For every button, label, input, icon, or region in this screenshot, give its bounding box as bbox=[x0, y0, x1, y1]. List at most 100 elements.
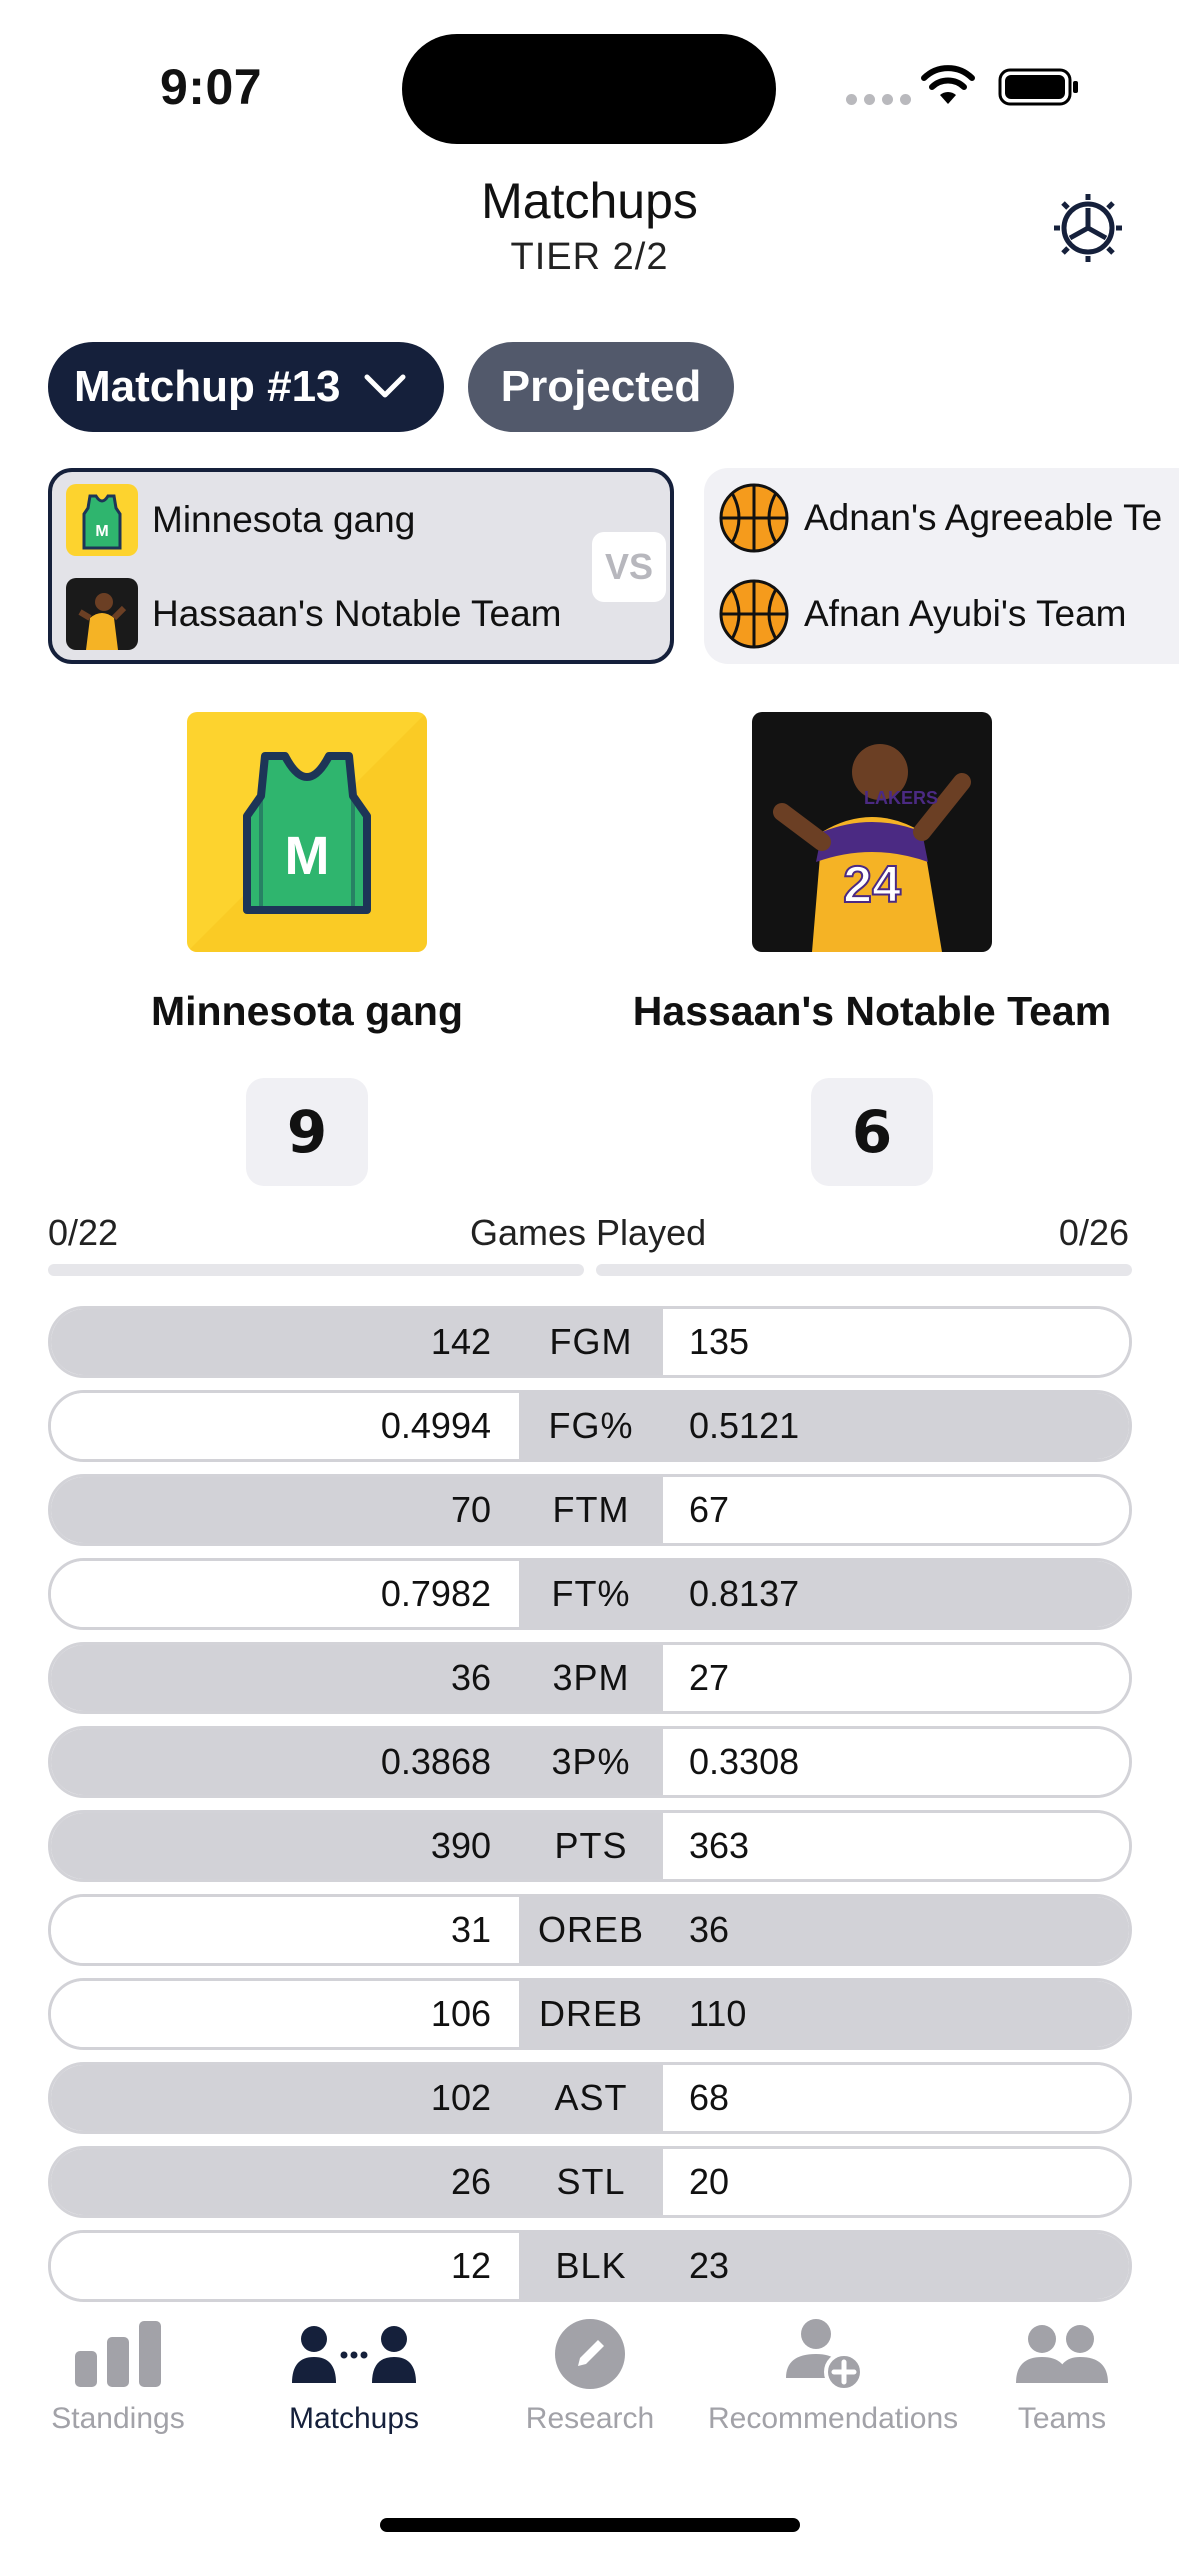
stat-right-value: 20 bbox=[663, 2149, 1129, 2215]
matchup-card-team-row: Afnan Ayubi's Team bbox=[718, 578, 1126, 650]
svg-text:M: M bbox=[95, 523, 108, 540]
stat-right-value: 363 bbox=[663, 1813, 1129, 1879]
stat-left-value: 26 bbox=[51, 2149, 519, 2215]
tab-matchups-label: Matchups bbox=[288, 2402, 420, 2435]
matchup-card-team2: Afnan Ayubi's Team bbox=[804, 593, 1127, 634]
jersey-avatar-icon: M bbox=[66, 484, 138, 556]
stat-left-value: 106 bbox=[51, 1981, 519, 2047]
stat-left-value: 102 bbox=[51, 2065, 519, 2131]
right-team-player-avatar: LAKERS 24 bbox=[752, 712, 992, 952]
stat-category-label: FGM bbox=[519, 1309, 663, 1375]
matchup-card-selected[interactable]: M Minnesota gang Hassaan's Notable Team … bbox=[48, 468, 674, 664]
stat-row-stl: 26 STL 20 bbox=[48, 2146, 1132, 2218]
stat-category-label: DREB bbox=[519, 1981, 663, 2047]
basketball-icon bbox=[719, 579, 789, 649]
matchup-card-team1: Adnan's Agreeable Te bbox=[804, 497, 1163, 538]
right-games-progress-bar bbox=[596, 1264, 1132, 1276]
tab-recommendations[interactable]: Recommendations bbox=[708, 2312, 959, 2436]
player-photo-avatar bbox=[66, 578, 138, 650]
page-title: Matchups bbox=[481, 173, 698, 229]
stat-left-value: 0.4994 bbox=[51, 1393, 519, 1459]
stat-right-value: 23 bbox=[663, 2233, 1129, 2299]
stats-comparison-table: 142 FGM 135 0.4994 FG% 0.5121 70 FTM 67 0.7982 FT%… bbox=[48, 1306, 1132, 2314]
stat-left-value: 142 bbox=[51, 1309, 519, 1375]
stat-right-value: 0.3308 bbox=[663, 1729, 1129, 1795]
matchup-card[interactable]: Adnan's Agreeable Te Afnan Ayubi's Team bbox=[704, 468, 1179, 664]
jersey-number: 24 bbox=[843, 856, 901, 914]
projected-toggle-button[interactable]: Projected bbox=[468, 342, 734, 432]
page-subtitle: TIER 2/2 bbox=[510, 236, 669, 278]
stat-right-value: 27 bbox=[663, 1645, 1129, 1711]
status-time: 9:07 bbox=[160, 59, 263, 115]
stat-right-value: 110 bbox=[663, 1981, 1129, 2047]
left-team-score: 9 bbox=[246, 1078, 368, 1186]
stat-right-value: 36 bbox=[663, 1897, 1129, 1963]
stat-row-ftm: 70 FTM 67 bbox=[48, 1474, 1132, 1546]
stat-category-label: 3PM bbox=[519, 1645, 663, 1711]
stat-left-value: 12 bbox=[51, 2233, 519, 2299]
stat-left-value: 0.7982 bbox=[51, 1561, 519, 1627]
settings-gear-icon[interactable] bbox=[1052, 192, 1124, 264]
stat-row-blk: 12 BLK 23 bbox=[48, 2230, 1132, 2302]
matchup-card-team-row: Adnan's Agreeable Te bbox=[718, 482, 1162, 554]
jersey-letter: M bbox=[285, 826, 330, 886]
stat-row-pts: 390 PTS 363 bbox=[48, 1810, 1132, 1882]
tab-matchups[interactable]: Matchups bbox=[236, 2312, 472, 2436]
tab-bar: Standings Matchups Research Recommendati… bbox=[0, 2312, 1179, 2452]
stat-row-3ppct: 0.3868 3P% 0.3308 bbox=[48, 1726, 1132, 1798]
stat-category-label: FTM bbox=[519, 1477, 663, 1543]
right-games-played: 0/26 bbox=[1058, 1212, 1129, 1253]
people-icon bbox=[1016, 2325, 1108, 2383]
stat-right-value: 67 bbox=[663, 1477, 1129, 1543]
stat-category-label: BLK bbox=[519, 2233, 663, 2299]
bar-chart-icon bbox=[75, 2321, 161, 2387]
stat-category-label: AST bbox=[519, 2065, 663, 2131]
stat-row-3pm: 36 3PM 27 bbox=[48, 1642, 1132, 1714]
stat-category-label: STL bbox=[519, 2149, 663, 2215]
stat-row-fgpct: 0.4994 FG% 0.5121 bbox=[48, 1390, 1132, 1462]
cellular-signal-icon bbox=[846, 94, 911, 105]
tab-standings[interactable]: Standings bbox=[0, 2312, 236, 2436]
matchups-icon bbox=[292, 2326, 416, 2383]
matchup-selector-label: Matchup #13 bbox=[74, 362, 341, 411]
stat-left-value: 390 bbox=[51, 1813, 519, 1879]
stat-right-value: 135 bbox=[663, 1309, 1129, 1375]
stat-left-value: 36 bbox=[51, 1645, 519, 1711]
stat-right-value: 68 bbox=[663, 2065, 1129, 2131]
wifi-icon bbox=[921, 65, 975, 104]
basketball-icon bbox=[719, 483, 789, 553]
games-played-label: Games Played bbox=[470, 1212, 707, 1253]
pencil-icon bbox=[555, 2319, 625, 2389]
tab-standings-label: Standings bbox=[51, 2402, 185, 2435]
stat-left-value: 31 bbox=[51, 1897, 519, 1963]
tab-teams-label: Teams bbox=[1017, 2402, 1107, 2435]
chevron-down-icon bbox=[364, 374, 406, 398]
stat-category-label: FG% bbox=[519, 1393, 663, 1459]
vs-badge: VS bbox=[592, 532, 666, 602]
tab-research[interactable]: Research bbox=[472, 2312, 708, 2436]
projected-label: Projected bbox=[500, 362, 702, 411]
stat-category-label: PTS bbox=[519, 1813, 663, 1879]
matchup-card-team2: Hassaan's Notable Team bbox=[152, 593, 562, 634]
matchup-selector-button[interactable]: Matchup #13 bbox=[48, 342, 444, 432]
stat-row-fgm: 142 FGM 135 bbox=[48, 1306, 1132, 1378]
matchup-card-team-row: Hassaan's Notable Team bbox=[66, 578, 562, 650]
stat-category-label: FT% bbox=[519, 1561, 663, 1627]
tab-teams[interactable]: Teams bbox=[944, 2312, 1179, 2436]
stat-row-dreb: 106 DREB 110 bbox=[48, 1978, 1132, 2050]
dynamic-island bbox=[402, 34, 776, 144]
add-person-icon bbox=[786, 2319, 864, 2392]
stat-left-value: 0.3868 bbox=[51, 1729, 519, 1795]
tab-research-label: Research bbox=[525, 2402, 655, 2435]
stat-category-label: OREB bbox=[519, 1897, 663, 1963]
right-team-score: 6 bbox=[811, 1078, 933, 1186]
jersey-text: LAKERS bbox=[864, 788, 938, 808]
stat-category-label: 3P% bbox=[519, 1729, 663, 1795]
left-team-jersey-avatar: M bbox=[187, 712, 427, 952]
matchup-card-team-row: M Minnesota gang bbox=[66, 484, 415, 556]
battery-icon bbox=[998, 68, 1078, 106]
home-indicator bbox=[380, 2518, 800, 2532]
left-games-progress-bar bbox=[48, 1264, 584, 1276]
tab-recommendations-label: Recommendations bbox=[708, 2402, 959, 2435]
stat-right-value: 0.5121 bbox=[663, 1393, 1129, 1459]
